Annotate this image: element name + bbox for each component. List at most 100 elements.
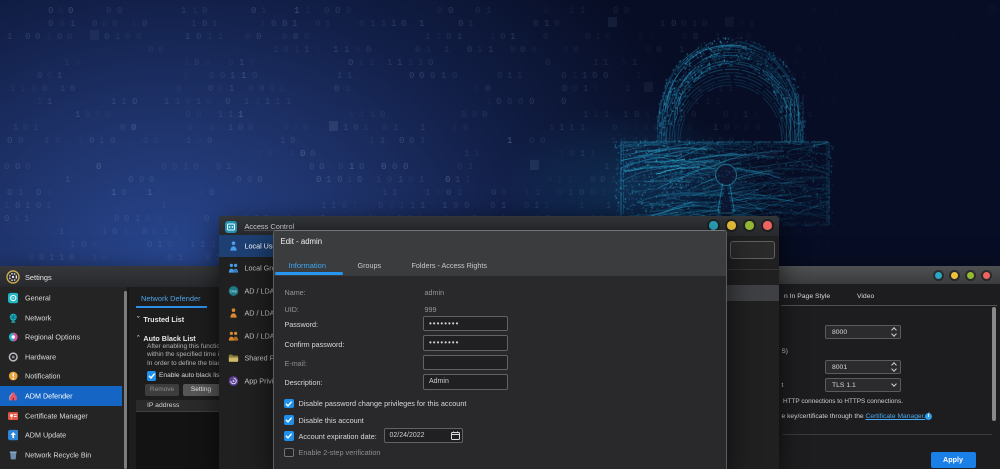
svg-text:0: 0 xyxy=(563,45,568,55)
svg-text:1: 1 xyxy=(60,84,65,94)
svg-text:0: 0 xyxy=(36,188,41,198)
svg-text:0: 0 xyxy=(48,6,53,16)
svg-text:1: 1 xyxy=(490,32,495,42)
svg-text:0: 0 xyxy=(196,32,201,42)
svg-text:0: 0 xyxy=(888,45,893,55)
svg-text:0: 0 xyxy=(209,188,214,198)
svg-text:0: 0 xyxy=(430,71,435,81)
svg-text:0: 0 xyxy=(613,6,618,16)
svg-text:0: 0 xyxy=(562,84,567,94)
svg-text:0: 0 xyxy=(953,58,958,68)
svg-text:1: 1 xyxy=(382,188,387,198)
svg-text:0: 0 xyxy=(220,71,225,81)
svg-text:1: 1 xyxy=(33,123,38,133)
svg-text:0: 0 xyxy=(15,201,20,211)
svg-text:1: 1 xyxy=(464,149,469,159)
svg-text:0: 0 xyxy=(145,214,150,224)
svg-text:1: 1 xyxy=(115,32,120,42)
svg-text:0: 0 xyxy=(310,149,315,159)
svg-text:0: 0 xyxy=(965,227,970,237)
svg-text:1: 1 xyxy=(347,175,352,185)
svg-text:0: 0 xyxy=(409,71,414,81)
svg-text:0: 0 xyxy=(942,175,947,185)
svg-text:0: 0 xyxy=(960,6,965,16)
svg-text:0: 0 xyxy=(112,19,117,29)
svg-text:0: 0 xyxy=(905,175,910,185)
svg-text:0: 0 xyxy=(977,45,982,55)
svg-text:0: 0 xyxy=(142,19,147,29)
svg-text:1: 1 xyxy=(196,97,201,107)
svg-text:1: 1 xyxy=(917,240,922,250)
svg-text:0: 0 xyxy=(58,6,63,16)
svg-text:1: 1 xyxy=(315,45,320,55)
svg-text:1: 1 xyxy=(399,201,404,211)
svg-text:1: 1 xyxy=(507,71,512,81)
svg-text:0: 0 xyxy=(110,136,115,146)
svg-text:1: 1 xyxy=(410,201,415,211)
svg-text:0: 0 xyxy=(461,110,466,120)
svg-text:1: 1 xyxy=(241,71,246,81)
svg-text:1: 1 xyxy=(292,19,297,29)
svg-text:1: 1 xyxy=(186,136,191,146)
svg-text:0: 0 xyxy=(415,45,420,55)
svg-text:0: 0 xyxy=(814,84,819,94)
svg-text:1: 1 xyxy=(44,136,49,146)
svg-text:1: 1 xyxy=(49,253,54,263)
svg-text:0: 0 xyxy=(921,32,926,42)
svg-text:1: 1 xyxy=(436,32,441,42)
svg-text:1: 1 xyxy=(974,58,979,68)
svg-text:1: 1 xyxy=(801,71,806,81)
svg-text:1: 1 xyxy=(111,97,116,107)
svg-text:0: 0 xyxy=(573,45,578,55)
svg-text:1: 1 xyxy=(46,201,51,211)
svg-text:0: 0 xyxy=(545,58,550,68)
svg-text:1: 1 xyxy=(906,227,911,237)
svg-text:0: 0 xyxy=(29,253,34,263)
svg-text:1: 1 xyxy=(178,253,183,263)
svg-text:1: 1 xyxy=(420,123,425,133)
svg-text:0: 0 xyxy=(290,136,295,146)
svg-text:1: 1 xyxy=(943,136,948,146)
svg-text:0: 0 xyxy=(561,71,566,81)
svg-text:0: 0 xyxy=(112,227,117,237)
svg-text:1: 1 xyxy=(736,32,741,42)
svg-text:0: 0 xyxy=(603,71,608,81)
svg-text:0: 0 xyxy=(59,19,64,29)
svg-text:1: 1 xyxy=(889,32,894,42)
svg-text:0: 0 xyxy=(976,149,981,159)
svg-text:1: 1 xyxy=(408,58,413,68)
svg-text:1: 1 xyxy=(426,45,431,55)
svg-text:1: 1 xyxy=(135,214,140,224)
svg-text:0: 0 xyxy=(95,110,100,120)
svg-text:0: 0 xyxy=(176,84,181,94)
svg-text:0: 0 xyxy=(25,32,30,42)
svg-text:1: 1 xyxy=(46,32,51,42)
svg-text:0: 0 xyxy=(520,45,525,55)
svg-text:0: 0 xyxy=(497,71,502,81)
svg-text:1: 1 xyxy=(944,84,949,94)
svg-text:0: 0 xyxy=(202,19,207,29)
svg-text:1: 1 xyxy=(157,240,162,250)
svg-text:1: 1 xyxy=(69,227,74,237)
svg-text:1: 1 xyxy=(966,84,971,94)
svg-text:0: 0 xyxy=(926,201,931,211)
svg-text:1: 1 xyxy=(70,19,75,29)
svg-text:0: 0 xyxy=(533,19,538,29)
svg-text:0: 0 xyxy=(408,175,413,185)
svg-text:0: 0 xyxy=(207,136,212,146)
svg-text:1: 1 xyxy=(18,188,23,198)
svg-text:0: 0 xyxy=(124,214,129,224)
svg-text:0: 0 xyxy=(359,19,364,29)
svg-text:0: 0 xyxy=(148,45,153,55)
svg-text:0: 0 xyxy=(293,32,298,42)
svg-text:0: 0 xyxy=(978,175,983,185)
svg-text:1: 1 xyxy=(603,58,608,68)
svg-text:1: 1 xyxy=(887,6,892,16)
svg-text:0: 0 xyxy=(248,123,253,133)
svg-text:0: 0 xyxy=(252,71,257,81)
svg-text:0: 0 xyxy=(409,136,414,146)
svg-text:0: 0 xyxy=(624,6,629,16)
svg-text:1: 1 xyxy=(147,188,152,198)
svg-text:1: 1 xyxy=(230,71,235,81)
svg-text:0: 0 xyxy=(445,175,450,185)
